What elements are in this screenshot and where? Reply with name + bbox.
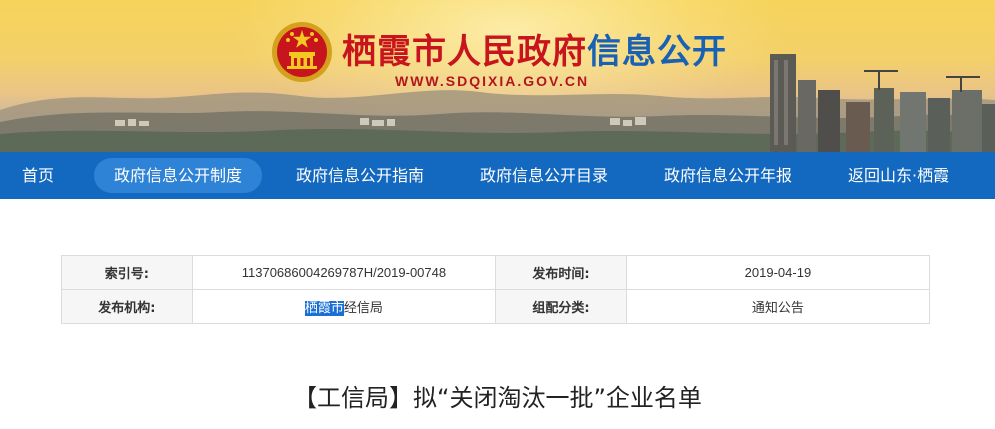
document-info-table: 索引号: 11370686004269787H/2019-00748 发布时间:… bbox=[61, 255, 931, 324]
nav-item-disclosure-system[interactable]: 政府信息公开制度 bbox=[94, 158, 263, 193]
info-row: 索引号: 11370686004269787H/2019-00748 发布时间:… bbox=[61, 255, 931, 290]
publish-date-label: 发布时间: bbox=[495, 255, 627, 290]
national-emblem-icon bbox=[272, 22, 332, 82]
nav-item-home[interactable]: 首页 bbox=[22, 152, 54, 199]
site-title-blue: 信息公开 bbox=[587, 32, 727, 72]
city-skyline-image bbox=[770, 54, 995, 152]
article-title: 【工信局】拟“关闭淘汰一批”企业名单 bbox=[293, 384, 702, 412]
site-banner: 栖霞市人民政府信息公开 WWW.SDQIXIA.GOV.CN bbox=[0, 0, 995, 152]
category-value: 通知公告 bbox=[625, 289, 931, 324]
publisher-rest-text: 经信局 bbox=[343, 301, 383, 316]
nav-item-annual-report[interactable]: 政府信息公开年报 bbox=[664, 152, 792, 199]
index-number-label: 索引号: bbox=[61, 255, 193, 290]
publish-date-value: 2019-04-19 bbox=[625, 255, 931, 290]
publisher-selected-text: 栖霞市 bbox=[304, 301, 344, 316]
publisher-label: 发布机构: bbox=[61, 289, 193, 324]
publisher-value: 栖霞市经信局 bbox=[191, 289, 497, 324]
nav-item-disclosure-guide[interactable]: 政府信息公开指南 bbox=[296, 152, 424, 199]
site-url: WWW.SDQIXIA.GOV.CN bbox=[395, 73, 590, 89]
category-label: 组配分类: bbox=[495, 289, 627, 324]
nav-item-disclosure-catalog[interactable]: 政府信息公开目录 bbox=[480, 152, 608, 199]
site-title: 栖霞市人民政府信息公开 bbox=[342, 24, 727, 73]
index-number-value: 11370686004269787H/2019-00748 bbox=[191, 255, 497, 290]
site-title-red: 栖霞市人民政府 bbox=[342, 32, 587, 72]
info-row: 发布机构: 栖霞市经信局 组配分类: 通知公告 bbox=[61, 289, 931, 324]
main-nav: 首页 政府信息公开制度 政府信息公开指南 政府信息公开目录 政府信息公开年报 返… bbox=[0, 152, 995, 199]
nav-item-back-to-qixia[interactable]: 返回山东·栖霞 bbox=[848, 152, 949, 199]
